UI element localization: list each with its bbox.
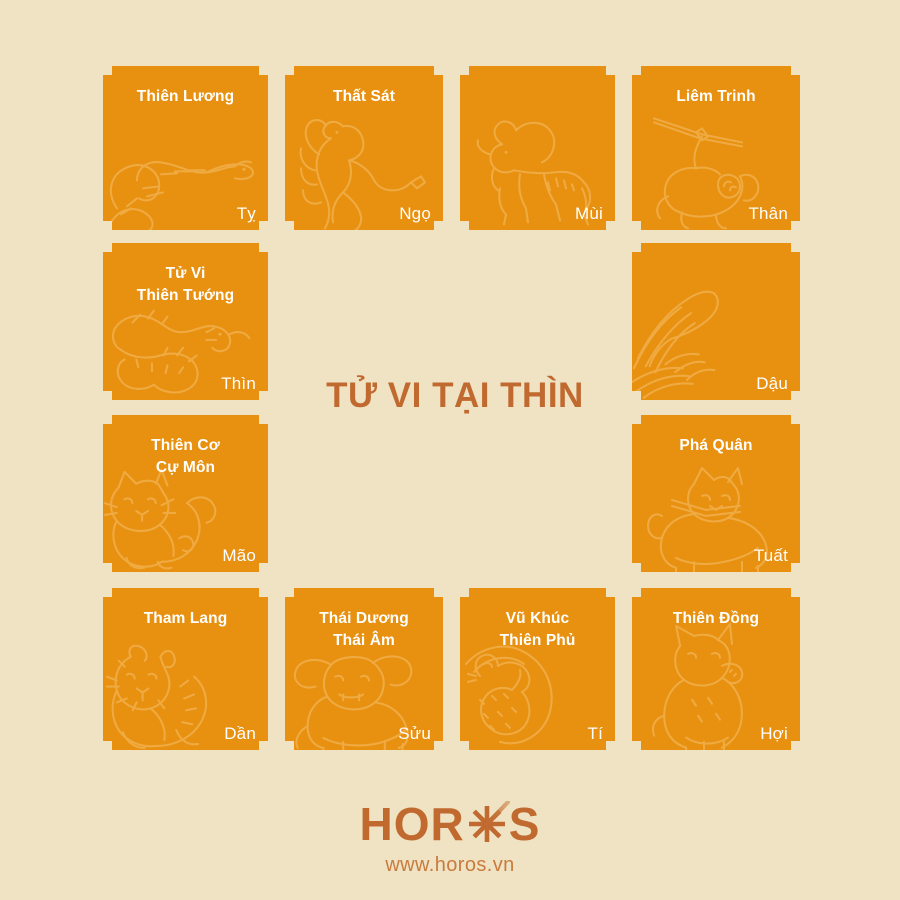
- card-branch: Mão: [222, 546, 256, 565]
- zodiac-card-tuat[interactable]: Phá Quân Tuất: [632, 415, 800, 572]
- card-branch: Thìn: [221, 374, 256, 393]
- zodiac-card-mui[interactable]: Mùi: [460, 66, 615, 230]
- card-title: Phá Quân: [679, 437, 753, 454]
- card-title: Vũ Khúc Thiên Phủ: [499, 610, 576, 649]
- zodiac-card-thin[interactable]: Tử Vi Thiên Tướng Thìn: [103, 243, 268, 400]
- card-title: Liêm Trinh: [676, 88, 756, 105]
- card-title: Thất Sát: [333, 88, 395, 105]
- zodiac-card-dan[interactable]: Tham Lang Dần: [103, 588, 268, 750]
- card-branch: Tỵ: [236, 204, 256, 223]
- card-branch: Ngọ: [399, 204, 431, 223]
- zodiac-card-dau[interactable]: Dậu: [632, 243, 800, 400]
- zodiac-card-ty[interactable]: Thiên Lương Tỵ: [103, 66, 268, 230]
- card-branch: Mùi: [575, 204, 603, 223]
- card-branch: Dần: [224, 724, 256, 743]
- card-branch: Tuất: [753, 546, 788, 565]
- logo-text-right: S: [508, 798, 541, 850]
- zodiac-card-suu[interactable]: Thái Dương Thái Âm Sửu: [285, 588, 443, 750]
- asterisk-star-icon: [464, 801, 510, 847]
- card-branch: Thân: [748, 204, 788, 223]
- card-branch: Tí: [587, 724, 603, 743]
- card-branch: Sửu: [398, 724, 431, 743]
- logo-wordmark: HOR S: [360, 800, 541, 848]
- logo-text-left: HOR: [359, 798, 465, 850]
- card-title: Thiên Đồng: [672, 610, 760, 627]
- card-title: Thái Dương Thái Âm: [319, 610, 409, 649]
- page-title: TỬ VI TẠI THÌN: [326, 376, 584, 415]
- zodiac-card-ngo[interactable]: Thất Sát Ngọ: [285, 66, 443, 230]
- card-title: Thiên Cơ Cự Môn: [151, 437, 220, 476]
- poster-canvas: Thiên Lương Tỵ Thất Sát Ngọ Mùi Liêm Tri…: [0, 0, 900, 900]
- brand-logo: HOR S www.horos.vn: [0, 800, 900, 875]
- card-branch: Dậu: [756, 374, 788, 393]
- zodiac-card-hoi[interactable]: Thiên Đồng Hợi: [632, 588, 800, 750]
- zodiac-card-ti[interactable]: Vũ Khúc Thiên Phủ Tí: [460, 588, 615, 750]
- card-title: Tham Lang: [143, 610, 228, 627]
- logo-url: www.horos.vn: [385, 854, 515, 876]
- zodiac-card-mao[interactable]: Thiên Cơ Cự Môn Mão: [103, 415, 268, 572]
- card-title: Tử Vi Thiên Tướng: [136, 265, 235, 304]
- card-branch: Hợi: [760, 724, 788, 743]
- card-title: Thiên Lương: [136, 88, 235, 105]
- zodiac-card-than[interactable]: Liêm Trinh Thân: [632, 66, 800, 230]
